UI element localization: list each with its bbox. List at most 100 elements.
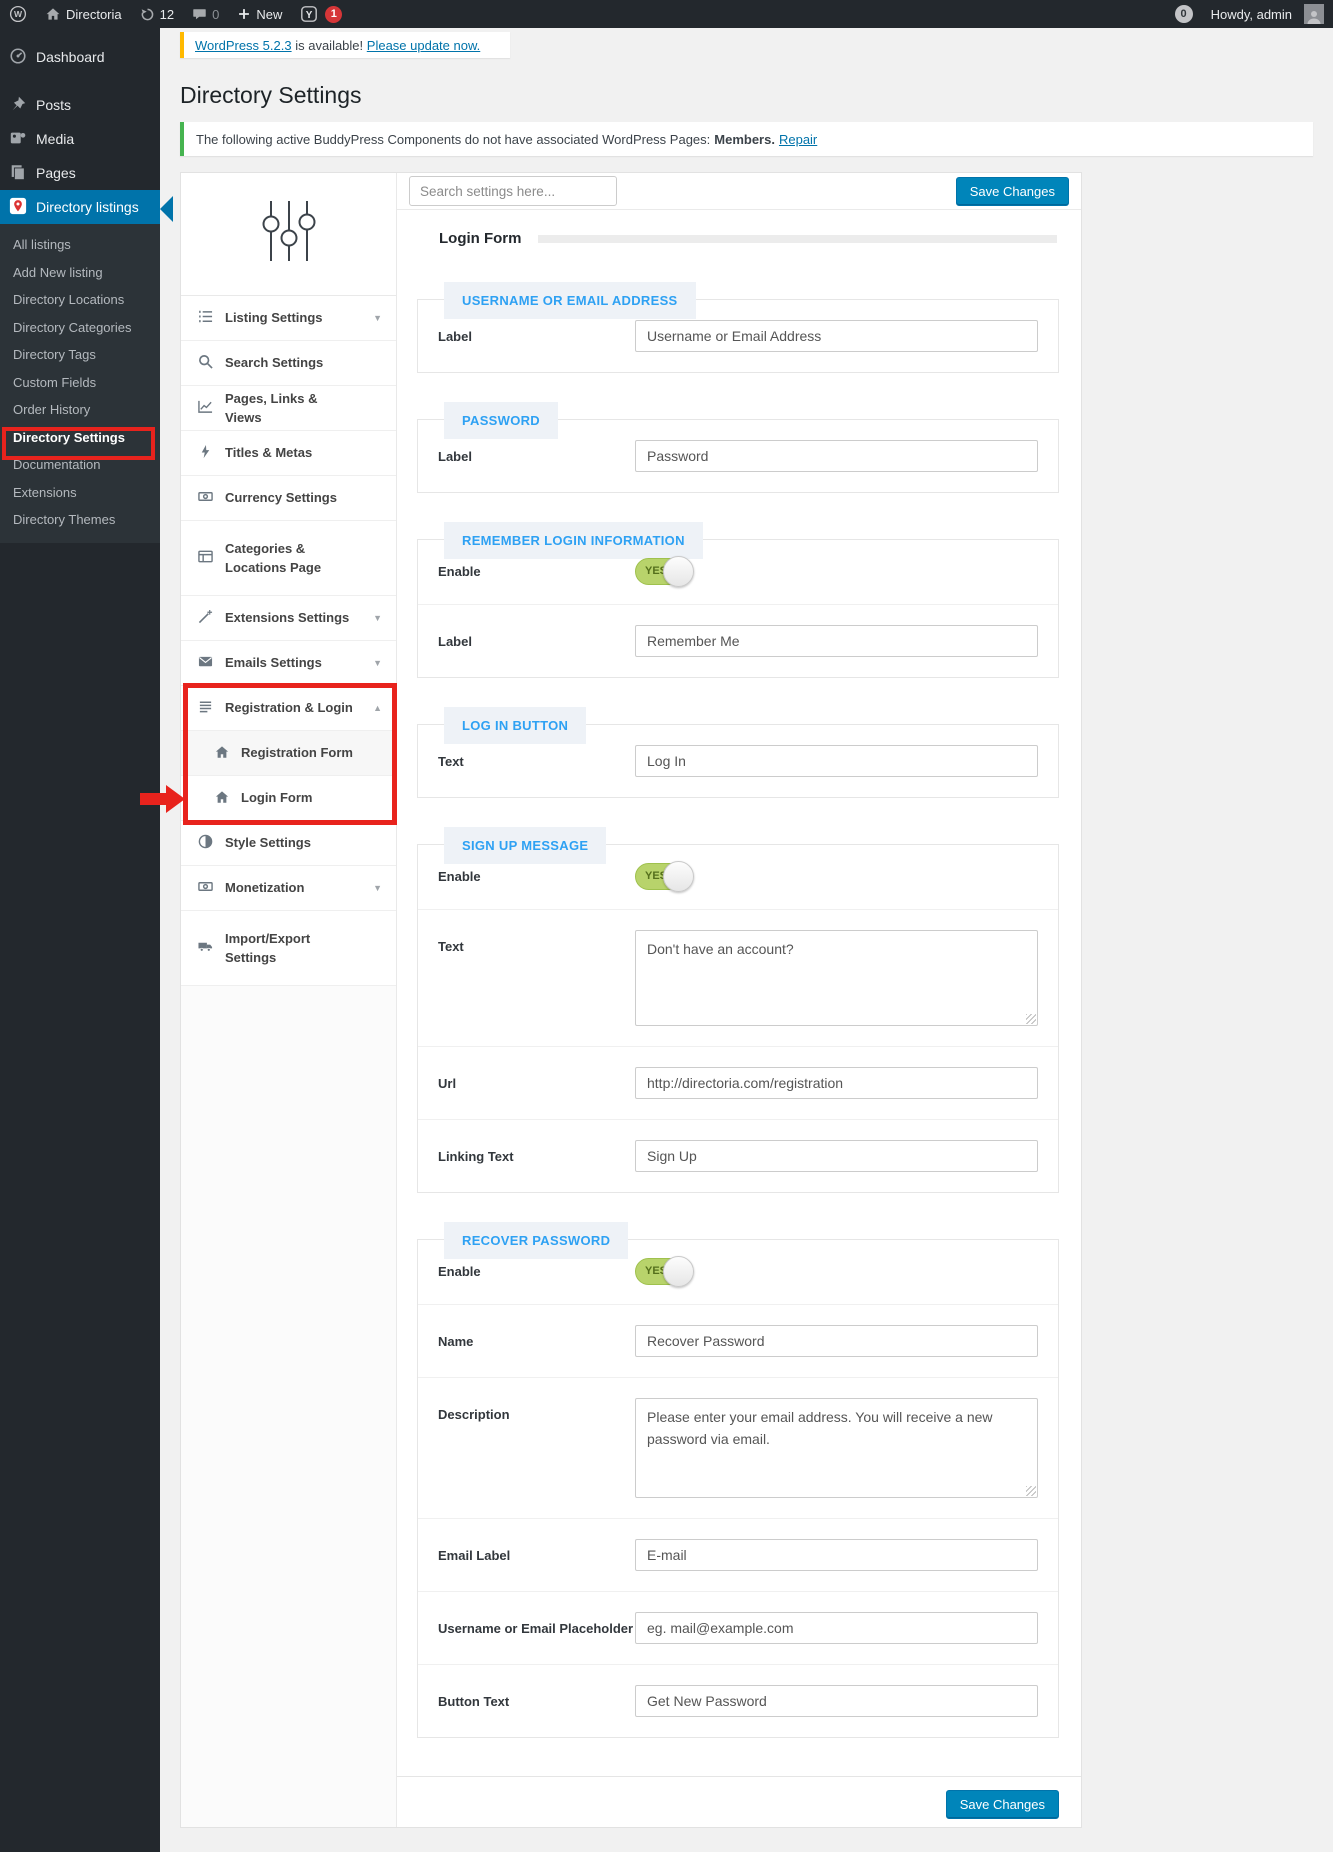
buddypress-notice: The following active BuddyPress Componen… [180, 122, 1313, 156]
recover-description-textarea[interactable]: Please enter your email address. You wil… [635, 1398, 1038, 1498]
field-row: Username or Email Placeholder [418, 1592, 1058, 1665]
nav-emails-settings[interactable]: Emails Settings ▼ [181, 641, 396, 686]
section-title-row: Login Form [417, 230, 1059, 247]
nav-item-label: Titles & Metas [225, 443, 355, 463]
wordpress-version-link[interactable]: WordPress 5.2.3 [195, 38, 292, 53]
remember-enable-toggle[interactable]: YES [635, 558, 693, 585]
home-icon [215, 745, 229, 762]
admin-sidebar: Dashboard Posts Media Pages Directory li… [0, 28, 160, 1852]
nav-style-settings[interactable]: Style Settings [181, 821, 396, 866]
save-changes-button-bottom[interactable]: Save Changes [946, 1790, 1059, 1819]
form-title: Login Form [439, 230, 522, 247]
remember-label-input[interactable] [635, 625, 1038, 657]
site-link[interactable]: Directoria [36, 0, 131, 28]
resize-grip-icon[interactable] [1026, 1014, 1036, 1024]
recover-enable-toggle[interactable]: YES [635, 1258, 693, 1285]
field-label: Text [438, 930, 635, 958]
nav-search-settings[interactable]: Search Settings [181, 341, 396, 386]
new-content-menu[interactable]: New [228, 0, 291, 28]
submenu-directory-settings[interactable]: Directory Settings [0, 424, 160, 452]
submenu-custom-fields[interactable]: Custom Fields [0, 369, 160, 397]
section-recover-password: RECOVER PASSWORD Enable YES Name Descrip… [417, 1239, 1059, 1738]
toggle-knob [663, 1256, 694, 1287]
comment-icon [192, 7, 207, 22]
notification-count: 0 [1175, 5, 1193, 23]
banknote-icon [198, 879, 213, 897]
nav-pages-links-views[interactable]: Pages, Links & Views [181, 386, 396, 431]
site-name: Directoria [66, 7, 122, 22]
submenu-directory-locations[interactable]: Directory Locations [0, 286, 160, 314]
nav-registration-login[interactable]: Registration & Login ▲ [181, 686, 396, 731]
updates-indicator[interactable]: 12 [131, 0, 183, 28]
resize-grip-icon[interactable] [1026, 1486, 1036, 1496]
nav-extensions-settings[interactable]: Extensions Settings ▼ [181, 596, 396, 641]
account-menu[interactable]: Howdy, admin [1202, 0, 1333, 28]
submenu-directory-categories[interactable]: Directory Categories [0, 314, 160, 342]
sidebar-item-dashboard[interactable]: Dashboard [0, 40, 160, 74]
submenu-directory-themes[interactable]: Directory Themes [0, 506, 160, 534]
plus-icon [237, 7, 251, 21]
banknote-icon [198, 489, 213, 507]
username-label-input[interactable] [635, 320, 1038, 352]
yoast-menu[interactable]: Y 1 [291, 0, 351, 28]
list-icon [198, 309, 213, 327]
nav-listing-settings[interactable]: Listing Settings ▼ [181, 296, 396, 341]
signup-url-input[interactable] [635, 1067, 1038, 1099]
nav-categories-locations-page[interactable]: Categories & Locations Page [181, 521, 396, 596]
sidebar-item-pages[interactable]: Pages [0, 156, 160, 190]
nav-login-form[interactable]: Login Form [181, 776, 396, 821]
comments-indicator[interactable]: 0 [183, 0, 228, 28]
nav-currency-settings[interactable]: Currency Settings [181, 476, 396, 521]
field-row: Text Don't have an account? [418, 910, 1058, 1047]
signup-linking-text-input[interactable] [635, 1140, 1038, 1172]
section-remember-login: REMEMBER LOGIN INFORMATION Enable YES La… [417, 539, 1059, 678]
settings-nav: Listing Settings ▼ Search Settings Pages… [181, 173, 397, 1827]
toggle-knob [663, 556, 694, 587]
howdy-greeting: Howdy, admin [1211, 7, 1292, 22]
signup-text-textarea[interactable]: Don't have an account? [635, 930, 1038, 1026]
nav-import-export-settings[interactable]: Import/Export Settings [181, 911, 396, 986]
login-button-text-input[interactable] [635, 745, 1038, 777]
section-heading: LOG IN BUTTON [444, 707, 586, 744]
nav-registration-form[interactable]: Registration Form [181, 731, 396, 776]
submenu-order-history[interactable]: Order History [0, 396, 160, 424]
toggle-knob [663, 861, 694, 892]
nav-titles-metas[interactable]: Titles & Metas [181, 431, 396, 476]
search-input[interactable] [409, 176, 617, 206]
notification-bubble[interactable]: 0 [1166, 0, 1202, 28]
password-label-input[interactable] [635, 440, 1038, 472]
sidebar-item-posts[interactable]: Posts [0, 88, 160, 122]
recover-button-text-input[interactable] [635, 1685, 1038, 1717]
field-label: Button Text [438, 1685, 635, 1713]
submenu-documentation[interactable]: Documentation [0, 451, 160, 479]
submenu-add-new-listing[interactable]: Add New listing [0, 259, 160, 287]
field-label: Label [438, 625, 635, 653]
contrast-icon [198, 834, 213, 852]
nav-monetization[interactable]: Monetization ▼ [181, 866, 396, 911]
comments-count: 0 [212, 7, 219, 22]
sidebar-item-media[interactable]: Media [0, 122, 160, 156]
sliders-logo-icon [260, 199, 318, 270]
recover-email-label-input[interactable] [635, 1539, 1038, 1571]
annotation-arrow-icon [166, 785, 185, 813]
submenu-directory-tags[interactable]: Directory Tags [0, 341, 160, 369]
page-title: Directory Settings [180, 82, 362, 109]
content-footer: Save Changes [397, 1776, 1081, 1827]
update-now-link[interactable]: Please update now. [367, 38, 480, 53]
submenu-all-listings[interactable]: All listings [0, 231, 160, 259]
field-label: Enable [438, 1258, 635, 1283]
update-nag: WordPress 5.2.3 is available! Please upd… [180, 32, 510, 58]
wordpress-logo-icon: W [9, 5, 27, 23]
svg-text:Y: Y [306, 10, 313, 21]
sidebar-item-directory-listings[interactable]: Directory listings [0, 190, 160, 224]
recover-name-input[interactable] [635, 1325, 1038, 1357]
nav-item-label: Emails Settings [225, 653, 355, 673]
repair-link[interactable]: Repair [779, 132, 817, 147]
submenu-extensions[interactable]: Extensions [0, 479, 160, 507]
map-pin-icon [9, 197, 27, 218]
nav-item-label: Registration & Login [225, 698, 355, 718]
recover-placeholder-input[interactable] [635, 1612, 1038, 1644]
wordpress-menu[interactable]: W [0, 0, 36, 28]
signup-enable-toggle[interactable]: YES [635, 863, 693, 890]
save-changes-button-top[interactable]: Save Changes [956, 177, 1069, 206]
